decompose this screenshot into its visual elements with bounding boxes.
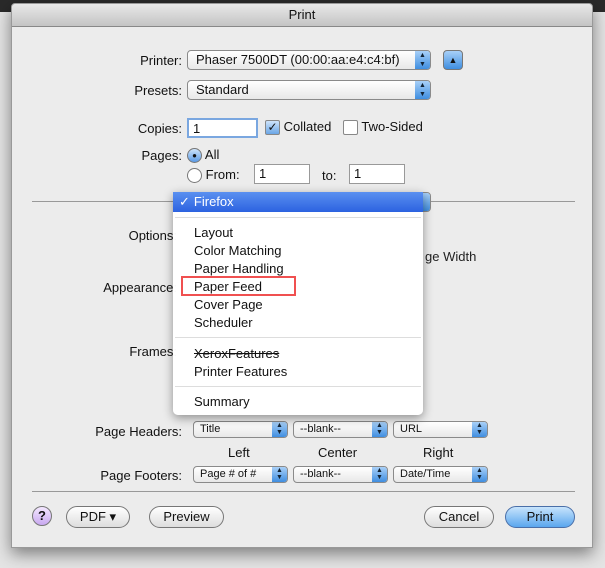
header-center-select[interactable]: --blank-- ▲ ▼ [293,421,388,438]
shrink-to-fit-text: ge Width [425,249,477,264]
print-button[interactable]: Print [505,506,575,528]
frames-label: Frames: [129,344,177,359]
cancel-button[interactable]: Cancel [424,506,494,528]
all-label: All [204,147,220,162]
collated-label: Collated [283,119,332,134]
pages-label: Pages: [141,148,182,163]
updown-arrow-icon: ▲ ▼ [372,422,387,437]
value: Title [200,423,221,435]
two-sided-label: Two-Sided [361,119,423,134]
triangle-up-icon: ▲ [448,55,458,65]
column-right-label: Right [423,445,454,460]
checkbox-box [343,120,358,136]
checkmark-icon: ✓ [179,194,190,209]
divider [32,491,575,492]
updown-arrow-icon: ▲ ▼ [415,51,430,69]
presets-label: Presets: [134,83,182,98]
menu-item-cover-page[interactable]: Cover Page [194,297,263,312]
presets-select[interactable]: Standard ▲ ▼ [187,80,431,100]
menu-item-paper-handling[interactable]: Paper Handling [194,261,284,276]
updown-arrow-icon: ▲ ▼ [272,422,287,437]
panel-dropdown-menu: ✓ Firefox Layout Color Matching Paper Han… [173,192,423,415]
collapse-button[interactable]: ▲ [443,50,463,70]
preview-button[interactable]: Preview [149,506,224,528]
to-input[interactable]: 1 [349,164,405,184]
two-sided-checkbox[interactable]: Two-Sided [343,119,423,136]
from-input[interactable]: 1 [254,164,310,184]
column-center-label: Center [318,445,358,460]
updown-arrow-icon: ▲ ▼ [272,467,287,482]
printer-label: Printer: [140,53,182,68]
value: --blank-- [300,423,341,435]
footer-left-select[interactable]: Page # of # ▲ ▼ [193,466,288,483]
value: --blank-- [300,468,341,480]
menu-separator [175,337,421,338]
menu-item-color-matching[interactable]: Color Matching [194,243,281,258]
value: Date/Time [400,468,451,480]
page-headers-label: Page Headers: [95,424,182,439]
menu-item-layout[interactable]: Layout [194,225,233,240]
menu-separator [175,386,421,387]
copies-label: Copies: [137,121,182,136]
updown-arrow-icon: ▲ ▼ [372,467,387,482]
printer-select[interactable]: Phaser 7500DT (00:00:aa:e4:c4:bf) ▲ ▼ [187,50,431,70]
options-label: Options: [128,228,177,243]
value: Page # of # [200,468,257,480]
footer-right-select[interactable]: Date/Time ▲ ▼ [393,466,488,483]
header-right-select[interactable]: URL ▲ ▼ [393,421,488,438]
help-button[interactable]: ? [32,506,52,526]
menu-item-scheduler[interactable]: Scheduler [194,315,253,330]
to-label: to: [322,168,337,183]
radio-icon [187,168,202,184]
updown-arrow-icon: ▲ ▼ [472,422,487,437]
checkmark-icon: ✓ [265,120,280,136]
presets-value: Standard [196,82,249,97]
highlight-box [181,276,296,296]
printer-value: Phaser 7500DT (00:00:aa:e4:c4:bf) [196,52,400,67]
menu-item-label: Firefox [193,194,234,209]
value: URL [400,423,423,435]
from-label: From: [205,167,240,182]
menu-item-summary[interactable]: Summary [194,394,250,409]
menu-separator [175,217,421,218]
column-left-label: Left [228,445,250,460]
pages-all-radio[interactable]: ● All [187,147,220,164]
dialog-title: Print [12,4,592,27]
footer-center-select[interactable]: --blank-- ▲ ▼ [293,466,388,483]
header-left-select[interactable]: Title ▲ ▼ [193,421,288,438]
appearance-label: Appearance: [103,280,177,295]
pages-from-radio[interactable]: From: [187,167,240,184]
page-footers-label: Page Footers: [100,468,182,483]
radio-selected-icon: ● [187,148,202,164]
collated-checkbox[interactable]: ✓ Collated [265,119,332,136]
pdf-button[interactable]: PDF ▾ [66,506,130,528]
menu-item-xerox-features[interactable]: XeroxFeatures [194,346,279,361]
menu-item-firefox[interactable]: ✓ Firefox [173,192,423,212]
menu-item-printer-features[interactable]: Printer Features [194,364,287,379]
updown-arrow-icon: ▲ ▼ [415,81,430,99]
updown-arrow-icon: ▲ ▼ [472,467,487,482]
copies-input[interactable]: 1 [187,118,258,138]
